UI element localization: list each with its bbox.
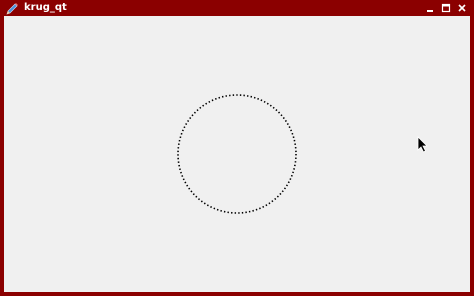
title-bar[interactable]: krug_qt — [0, 0, 474, 16]
pencil-icon[interactable] — [5, 1, 19, 15]
maximize-icon[interactable] — [440, 2, 452, 14]
dotted-circle — [177, 94, 297, 214]
application-window: krug_qt — [0, 0, 474, 296]
canvas-surface[interactable] — [4, 16, 470, 292]
minimize-icon[interactable] — [424, 2, 436, 14]
close-icon[interactable] — [456, 2, 468, 14]
window-title: krug_qt — [24, 2, 67, 13]
arrow-cursor-icon — [417, 136, 429, 153]
drawing-canvas[interactable] — [4, 16, 470, 292]
